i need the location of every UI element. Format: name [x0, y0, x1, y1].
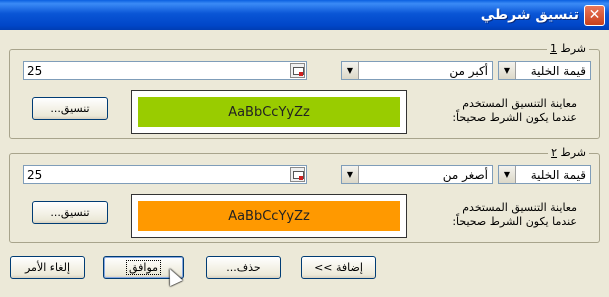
add-button[interactable]: إضافة >> — [301, 256, 376, 279]
condition-2-preview-text: AaBbCcYyZz — [138, 201, 400, 231]
chevron-down-icon[interactable]: ▼ — [342, 62, 359, 79]
condition-1-description: معاينة التنسيق المستخدم عندما يكون الشرط… — [452, 97, 577, 124]
condition-1-type-select[interactable]: قيمة الخلية ▼ — [498, 61, 591, 80]
condition-1-operator-select[interactable]: أكبر من ▼ — [341, 61, 493, 80]
close-icon[interactable]: ✕ — [584, 5, 605, 26]
condition-1-group: شرط 1 قيمة الخلية ▼ أكبر من ▼ 25 معاينة … — [9, 42, 600, 139]
condition-1-value-input[interactable]: 25 — [23, 61, 307, 80]
condition-2-preview: AaBbCcYyZz — [131, 194, 407, 238]
chevron-down-icon[interactable]: ▼ — [342, 166, 359, 183]
condition-2-type-select[interactable]: قيمة الخلية ▼ — [498, 165, 591, 184]
condition-2-format-button[interactable]: تنسيق... — [32, 201, 108, 224]
window-title: تنسيق شرطي — [480, 7, 579, 23]
condition-1-preview: AaBbCcYyZz — [131, 90, 407, 134]
condition-2-operator-select[interactable]: أصغر من ▼ — [341, 165, 493, 184]
chevron-down-icon[interactable]: ▼ — [499, 166, 516, 183]
title-bar: تنسيق شرطي ✕ — [0, 0, 609, 30]
condition-1-label: شرط 1 — [547, 42, 589, 55]
collapse-dialog-icon[interactable] — [290, 167, 305, 182]
delete-button[interactable]: حذف... — [206, 256, 281, 279]
condition-2-description: معاينة التنسيق المستخدم عندما يكون الشرط… — [452, 201, 577, 228]
condition-2-value-input[interactable]: 25 — [23, 165, 307, 184]
condition-2-group: شرط ٢ قيمة الخلية ▼ أصغر من ▼ 25 معاينة … — [9, 146, 600, 243]
condition-1-preview-text: AaBbCcYyZz — [138, 97, 400, 127]
chevron-down-icon[interactable]: ▼ — [499, 62, 516, 79]
condition-1-format-button[interactable]: تنسيق... — [32, 97, 108, 120]
condition-2-label: شرط ٢ — [548, 146, 589, 159]
cancel-button[interactable]: إلغاء الأمر — [10, 256, 85, 279]
collapse-dialog-icon[interactable] — [290, 63, 305, 78]
